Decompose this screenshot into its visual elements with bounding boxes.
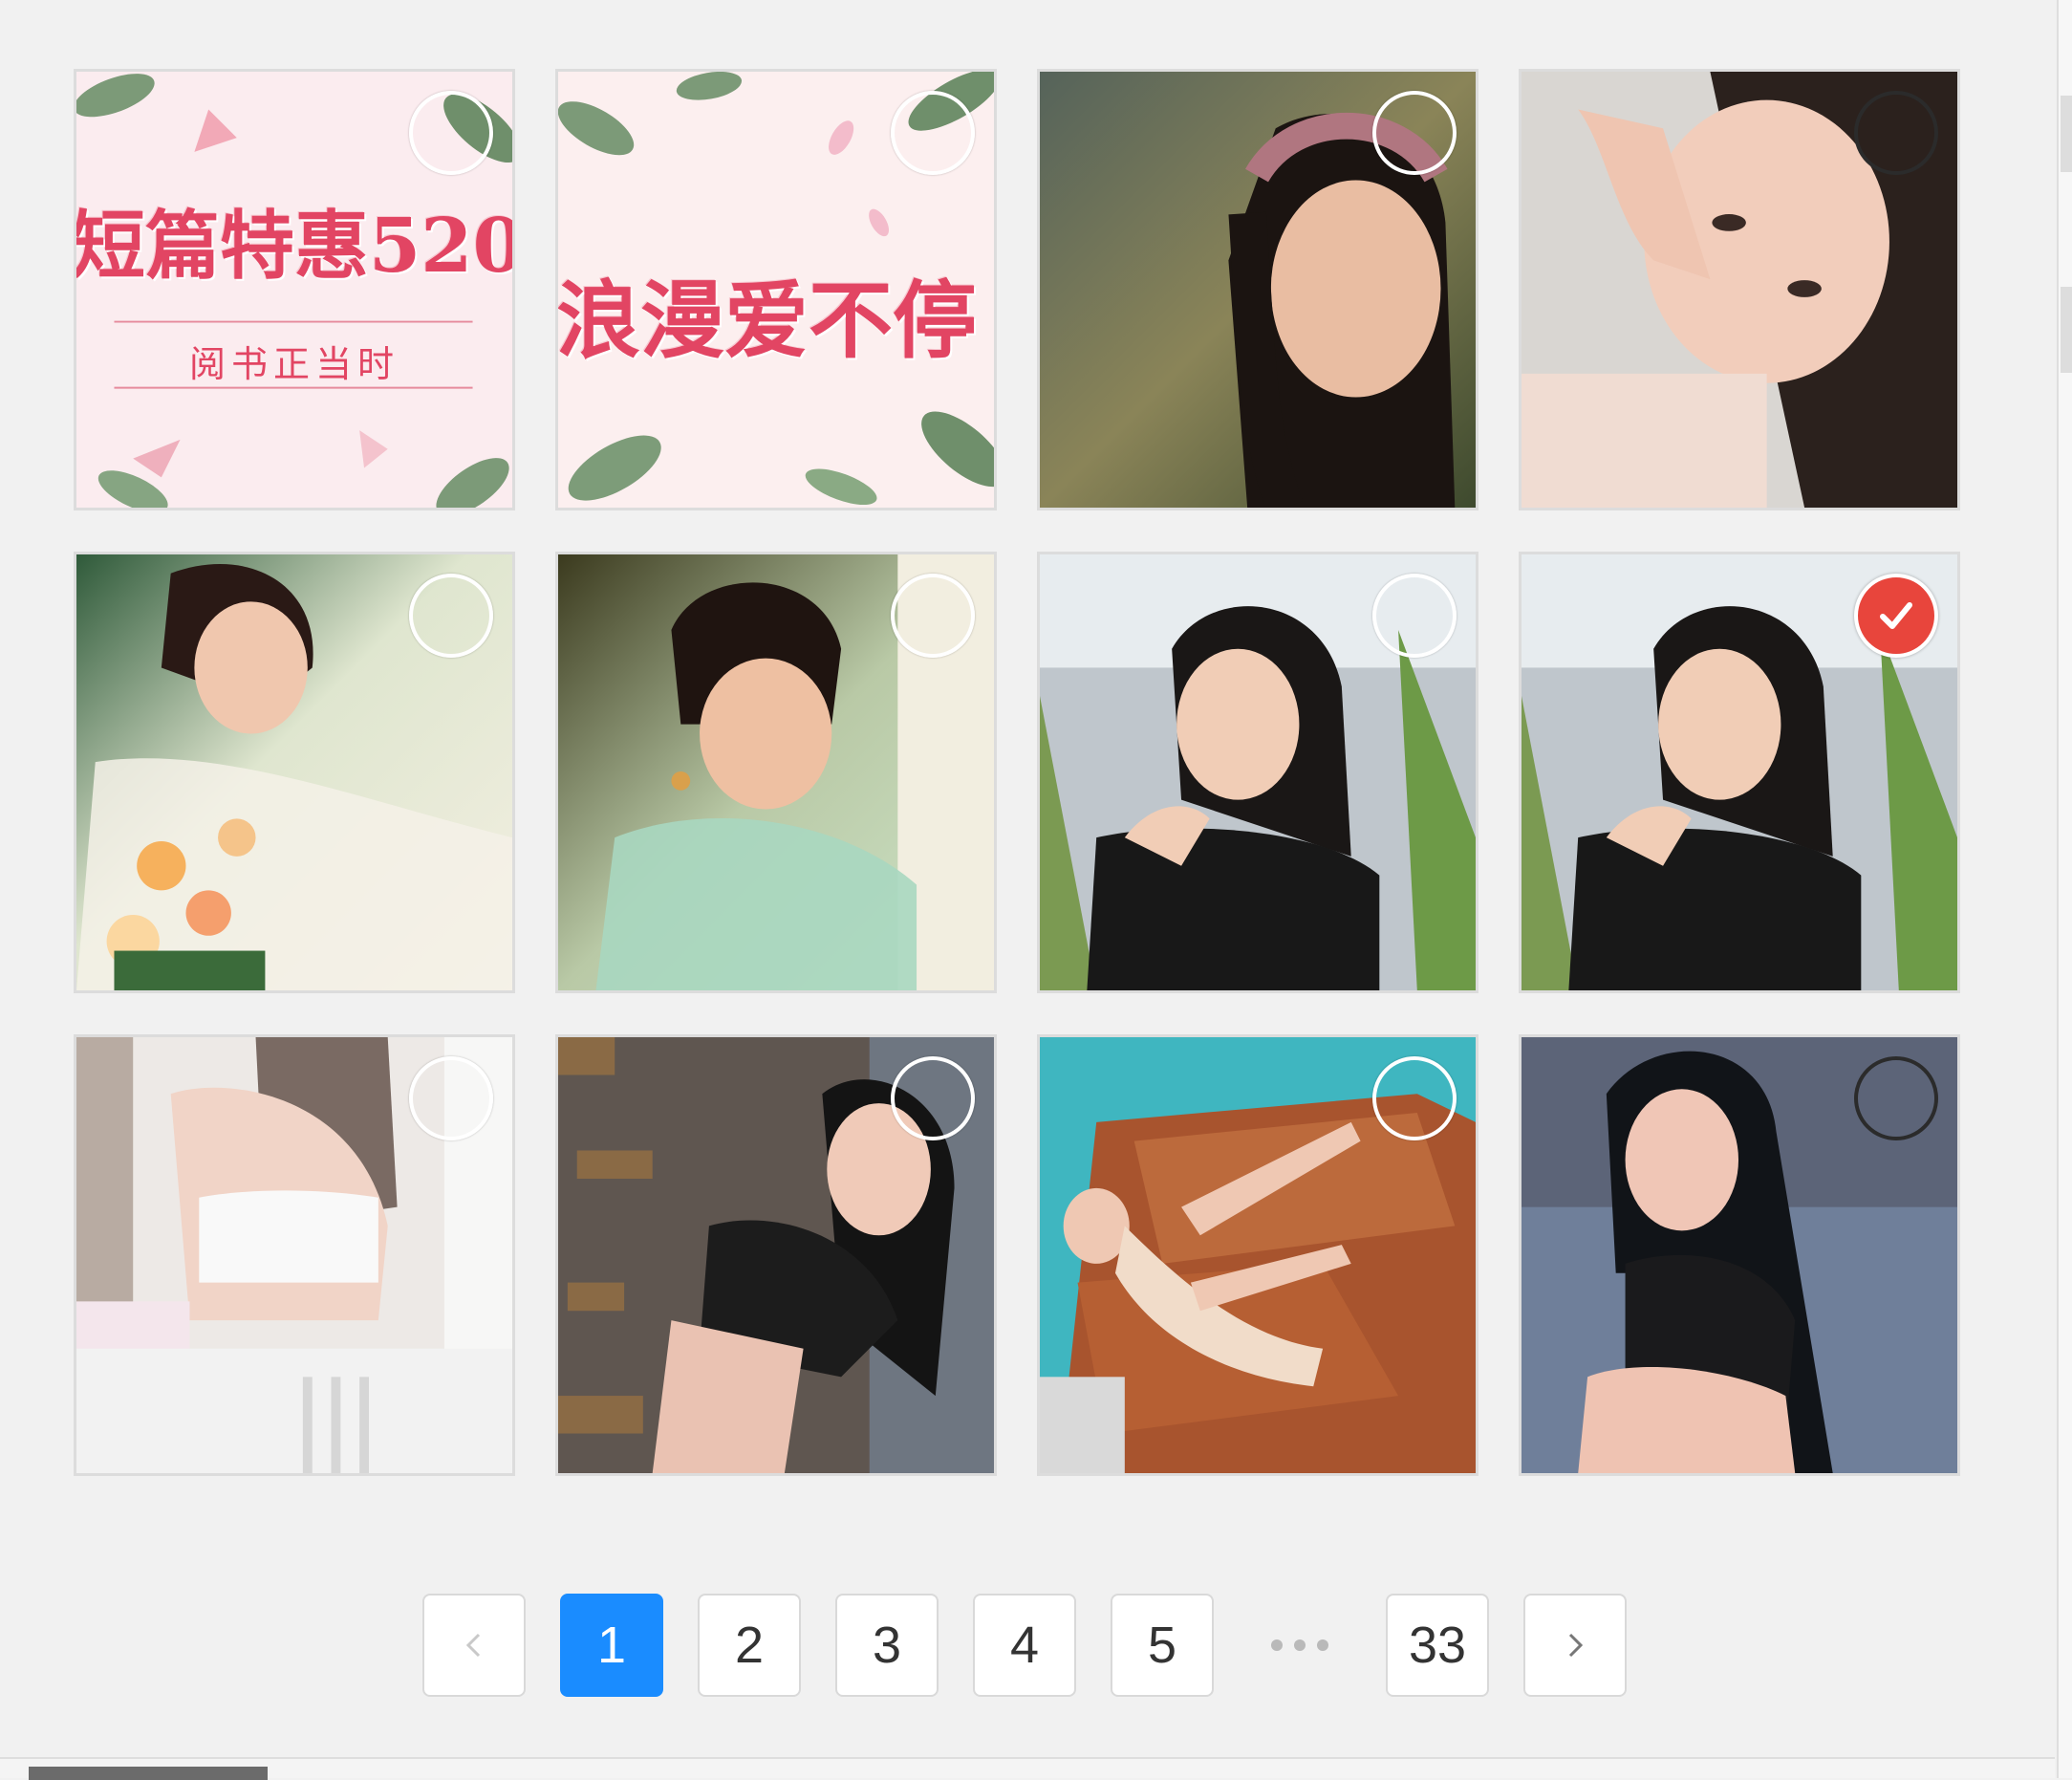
photo-grid: 短篇特惠520 阅书正当时 浪漫爱不 [74,69,1960,1476]
photo-tile[interactable] [74,552,515,993]
select-toggle[interactable] [891,91,975,175]
select-toggle[interactable] [1854,91,1938,175]
bottom-panel-edge [0,1757,2055,1778]
photo-tile[interactable] [1519,552,1960,993]
ellipsis-icon[interactable] [1248,1594,1351,1697]
photo-tile[interactable] [1519,1034,1960,1476]
select-toggle[interactable] [409,91,493,175]
poster-title: 短篇特惠520 [74,186,512,293]
chevron-left-icon [458,1629,490,1661]
select-toggle[interactable] [1372,1056,1457,1140]
side-panel-edge [2057,0,2072,1778]
photo-tile[interactable] [1037,552,1478,993]
select-toggle[interactable] [409,1056,493,1140]
page-button-3[interactable]: 3 [835,1594,939,1697]
photo-tile[interactable] [1519,69,1960,510]
pagination: 1 2 3 4 5 33 [422,1593,1661,1698]
prev-page-button[interactable] [422,1594,526,1697]
select-toggle[interactable] [1372,91,1457,175]
photo-tile[interactable] [1037,69,1478,510]
select-toggle[interactable] [1854,1056,1938,1140]
photo-tile[interactable]: 浪漫爱不停 [555,69,997,510]
page-button-1[interactable]: 1 [560,1594,663,1697]
select-toggle[interactable] [1372,574,1457,658]
photo-tile[interactable] [555,552,997,993]
select-toggle[interactable] [1854,574,1938,658]
select-toggle[interactable] [409,574,493,658]
page-button-last[interactable]: 33 [1386,1594,1489,1697]
page-button-2[interactable]: 2 [698,1594,801,1697]
photo-tile[interactable] [1037,1034,1478,1476]
check-icon [1873,593,1919,639]
page-button-5[interactable]: 5 [1111,1594,1214,1697]
photo-tile[interactable]: 短篇特惠520 阅书正当时 [74,69,515,510]
photo-tile[interactable] [74,1034,515,1476]
photo-tile[interactable] [555,1034,997,1476]
poster-subtitle: 阅书正当时 [115,335,474,387]
poster-title: 浪漫爱不停 [556,253,994,375]
select-toggle[interactable] [891,1056,975,1140]
select-toggle[interactable] [891,574,975,658]
page-button-4[interactable]: 4 [973,1594,1076,1697]
chevron-right-icon [1559,1629,1591,1661]
next-page-button[interactable] [1523,1594,1627,1697]
